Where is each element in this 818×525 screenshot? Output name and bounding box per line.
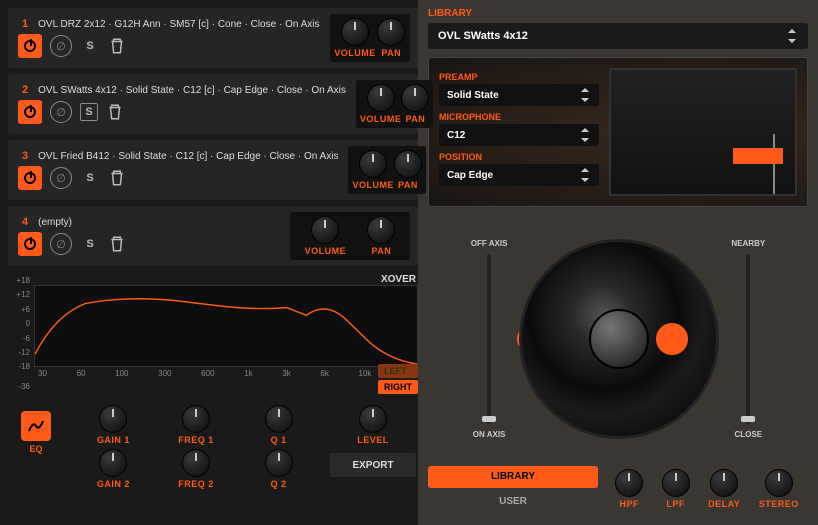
position-label: POSITION xyxy=(439,152,599,162)
updown-icon xyxy=(579,128,591,142)
preamp-select[interactable]: Solid State xyxy=(439,84,599,106)
solo-button[interactable]: S xyxy=(80,103,98,121)
volume-label: VOLUME xyxy=(334,48,376,58)
hpf-knob[interactable] xyxy=(615,469,643,497)
power-button[interactable] xyxy=(18,34,42,58)
right-channel-button[interactable]: RIGHT xyxy=(378,380,418,394)
speaker-cone[interactable] xyxy=(519,239,719,439)
freq2-knob[interactable] xyxy=(182,449,210,477)
pan-knob[interactable] xyxy=(377,18,405,46)
library-select[interactable]: OVL SWatts 4x12 xyxy=(428,23,808,49)
pan-label: PAN xyxy=(381,48,401,58)
volume-knob[interactable] xyxy=(359,150,387,178)
slot-1: 1 OVL DRZ 2x12 · G12H Ann · SM57 [c] · C… xyxy=(8,8,418,68)
slot-description: OVL Fried B412 · Solid State · C12 [c] ·… xyxy=(38,151,338,162)
on-axis-label: ON AXIS xyxy=(473,430,506,439)
pan-knob[interactable] xyxy=(394,150,422,178)
distance-slider[interactable] xyxy=(746,254,750,424)
power-button[interactable] xyxy=(18,100,42,124)
updown-icon xyxy=(579,88,591,102)
gain1-knob[interactable] xyxy=(99,405,127,433)
stereo-knob[interactable] xyxy=(765,469,793,497)
eq-label: EQ xyxy=(29,444,42,454)
left-channel-button[interactable]: LEFT xyxy=(378,364,418,378)
solo-button[interactable]: S xyxy=(80,168,100,188)
pan-knob[interactable] xyxy=(401,84,429,112)
gain2-knob[interactable] xyxy=(99,449,127,477)
volume-knob[interactable] xyxy=(341,18,369,46)
preview-box: PREAMP Solid State MICROPHONE C12 POSITI… xyxy=(428,57,808,207)
delay-knob[interactable] xyxy=(710,469,738,497)
power-button[interactable] xyxy=(18,166,42,190)
nearby-label: NEARBY xyxy=(731,239,765,248)
level-knob[interactable] xyxy=(359,405,387,433)
solo-button[interactable]: S xyxy=(80,36,100,56)
library-selected: OVL SWatts 4x12 xyxy=(438,30,528,42)
microphone-label: MICROPHONE xyxy=(439,112,599,122)
xover-label: XOVER xyxy=(381,274,416,285)
lpf-knob[interactable] xyxy=(662,469,690,497)
phase-button[interactable]: ∅ xyxy=(50,167,72,189)
updown-icon xyxy=(579,168,591,182)
trash-button[interactable] xyxy=(108,235,126,253)
graph-y-axis: +18+12+60-6-12-18-36 xyxy=(8,274,30,393)
power-button[interactable] xyxy=(18,232,42,256)
pan-knob[interactable] xyxy=(367,216,395,244)
export-button[interactable]: EXPORT xyxy=(330,453,416,477)
slot-description: OVL SWatts 4x12 · Solid State · C12 [c] … xyxy=(38,85,346,96)
library-tab[interactable]: LIBRARY xyxy=(428,466,598,488)
user-tab[interactable]: USER xyxy=(428,491,598,513)
cabinet-image xyxy=(609,68,797,196)
trash-button[interactable] xyxy=(106,103,124,121)
trash-button[interactable] xyxy=(108,37,126,55)
slot-3: 3 OVL Fried B412 · Solid State · C12 [c]… xyxy=(8,140,418,200)
eq-toggle-button[interactable] xyxy=(21,411,51,441)
slot-number: 1 xyxy=(22,18,28,30)
q2-knob[interactable] xyxy=(265,449,293,477)
phase-button[interactable]: ∅ xyxy=(50,101,72,123)
phase-button[interactable]: ∅ xyxy=(50,35,72,57)
mic-target[interactable] xyxy=(656,323,688,355)
position-select[interactable]: Cap Edge xyxy=(439,164,599,186)
q1-knob[interactable] xyxy=(265,405,293,433)
phase-button[interactable]: ∅ xyxy=(50,233,72,255)
slot-description: OVL DRZ 2x12 · G12H Ann · SM57 [c] · Con… xyxy=(38,19,319,30)
updown-icon xyxy=(786,29,798,43)
trash-button[interactable] xyxy=(108,169,126,187)
close-label: CLOSE xyxy=(735,430,763,439)
preamp-label: PREAMP xyxy=(439,72,599,82)
slot-description: (empty) xyxy=(38,217,280,228)
slot-number: 2 xyxy=(22,84,28,96)
microphone-select[interactable]: C12 xyxy=(439,124,599,146)
axis-slider[interactable] xyxy=(487,254,491,424)
volume-knob[interactable] xyxy=(311,216,339,244)
graph-x-axis: 30601003006001k3k6k10k20k xyxy=(34,367,418,380)
slot-number: 4 xyxy=(22,216,28,228)
library-header: LIBRARY xyxy=(428,8,808,19)
slot-number: 3 xyxy=(22,150,28,162)
freq1-knob[interactable] xyxy=(182,405,210,433)
frequency-graph[interactable] xyxy=(34,285,418,367)
off-axis-label: OFF AXIS xyxy=(471,239,508,248)
slot-4: 4 (empty) ∅ S VOLUME PAN xyxy=(8,206,418,266)
slot-2: 2 OVL SWatts 4x12 · Solid State · C12 [c… xyxy=(8,74,418,134)
solo-button[interactable]: S xyxy=(80,234,100,254)
volume-knob[interactable] xyxy=(367,84,395,112)
